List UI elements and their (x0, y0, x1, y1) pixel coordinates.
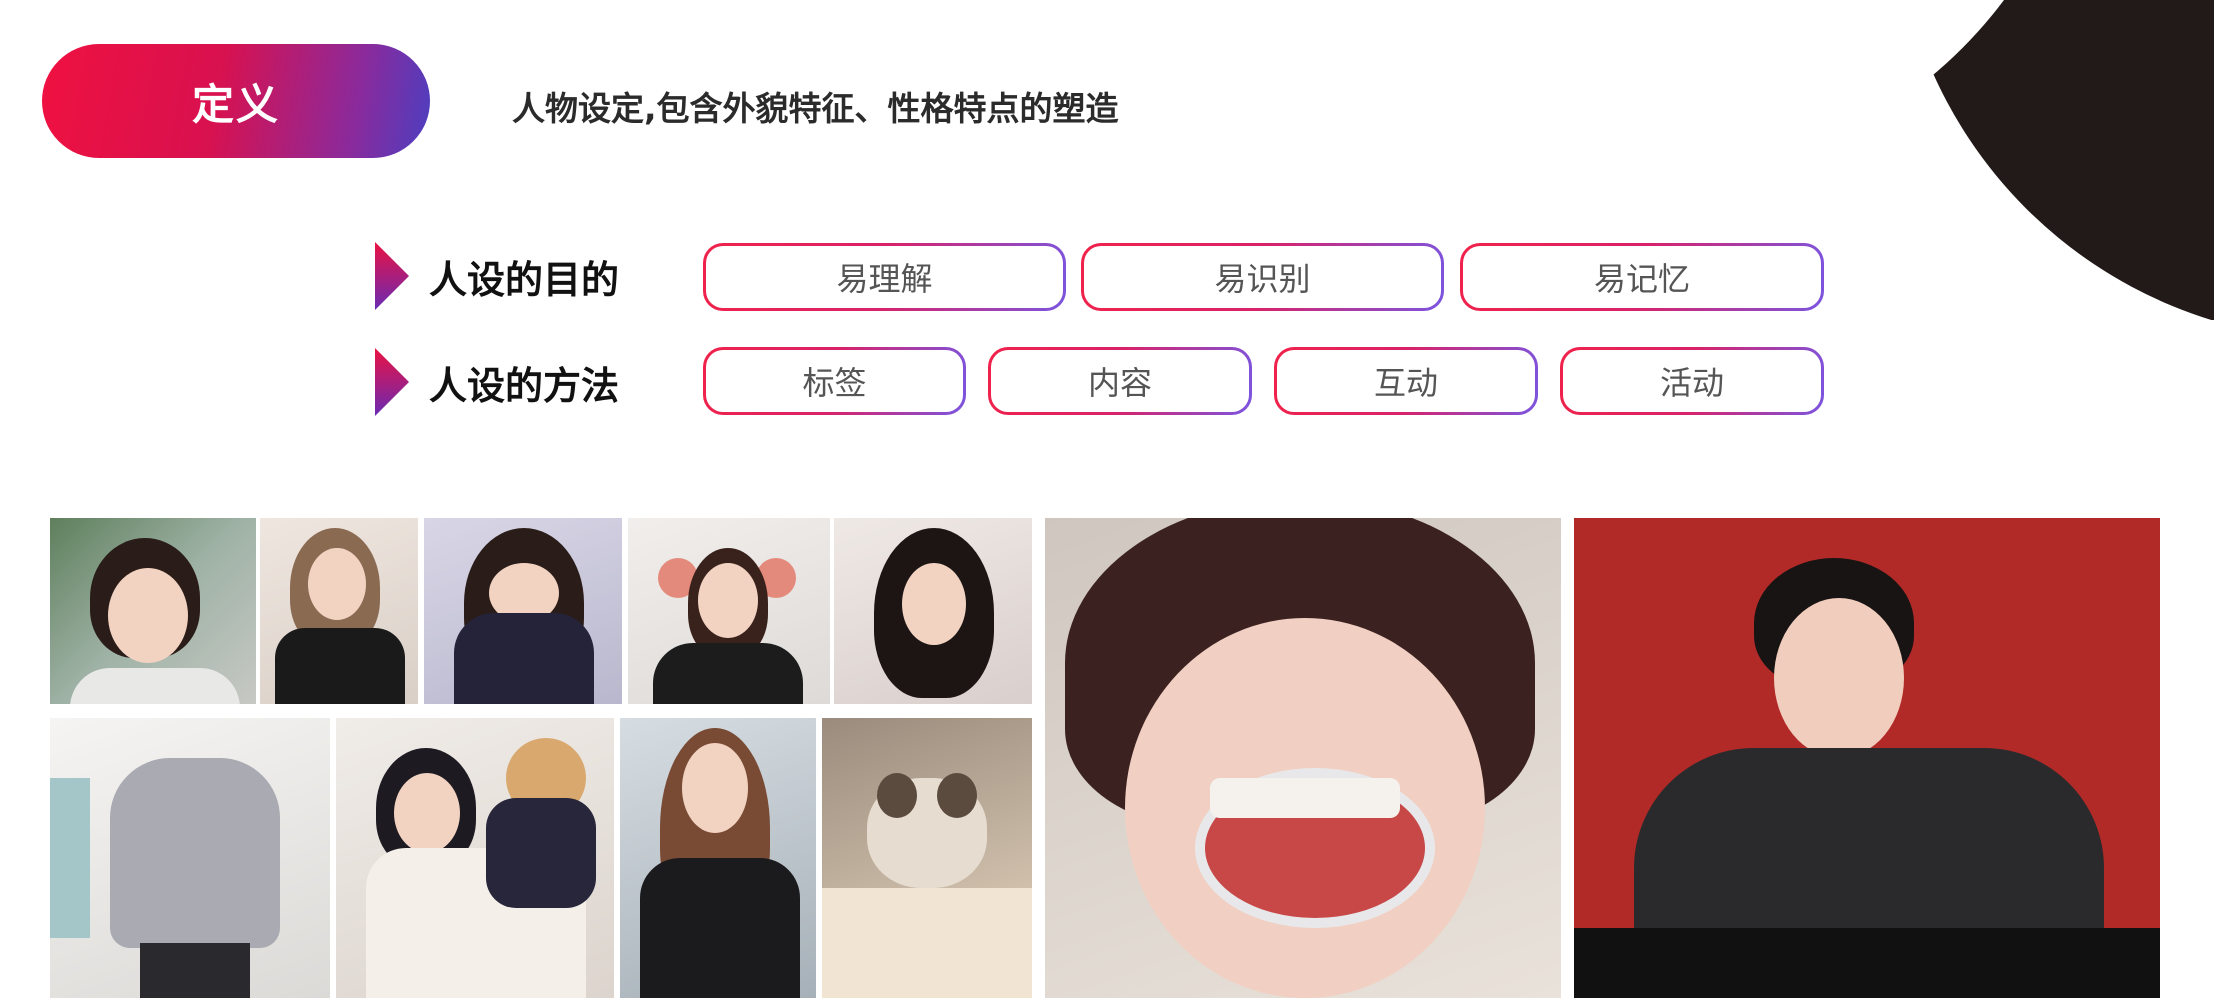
definition-text: 人物设定,包含外貌特征、性格特点的塑造 (512, 89, 1119, 128)
tag-easy-understand: 易理解 (703, 243, 1066, 311)
photo-girl-with-cat (336, 718, 614, 998)
definition-badge-label: 定义 (191, 79, 280, 129)
definition-badge: 定义 (42, 44, 430, 158)
tag-interaction: 互动 (1274, 347, 1538, 415)
photo-cat (822, 718, 1032, 998)
tag-easy-remember: 易记忆 (1460, 243, 1824, 311)
purpose-row-title: 人设的目的 (429, 257, 620, 302)
photo-girl-hand-on-cheek (834, 518, 1032, 704)
tag-easy-recognize: 易识别 (1081, 243, 1444, 311)
purpose-row-label: 人设的目的 (375, 244, 619, 308)
tag-content: 内容 (988, 347, 1252, 415)
method-row-label: 人设的方法 (375, 350, 619, 414)
photo-girl-overalls (260, 518, 418, 704)
triangle-bullet-icon (375, 348, 409, 416)
triangle-bullet-icon (375, 242, 409, 310)
tag-activity: 活动 (1560, 347, 1824, 415)
photo-girl-covering-face (424, 518, 622, 704)
photo-man-red-background (1574, 518, 2160, 998)
photo-girl-ears (628, 518, 830, 704)
photo-funny-face (1045, 518, 1561, 998)
photo-girl-street (50, 518, 256, 704)
photo-girl-sweater (50, 718, 330, 998)
photo-girl-leather-jacket (620, 718, 816, 998)
decorative-corner-arc (1894, 0, 2214, 320)
method-row-title: 人设的方法 (429, 363, 620, 408)
tag-labels: 标签 (703, 347, 966, 415)
